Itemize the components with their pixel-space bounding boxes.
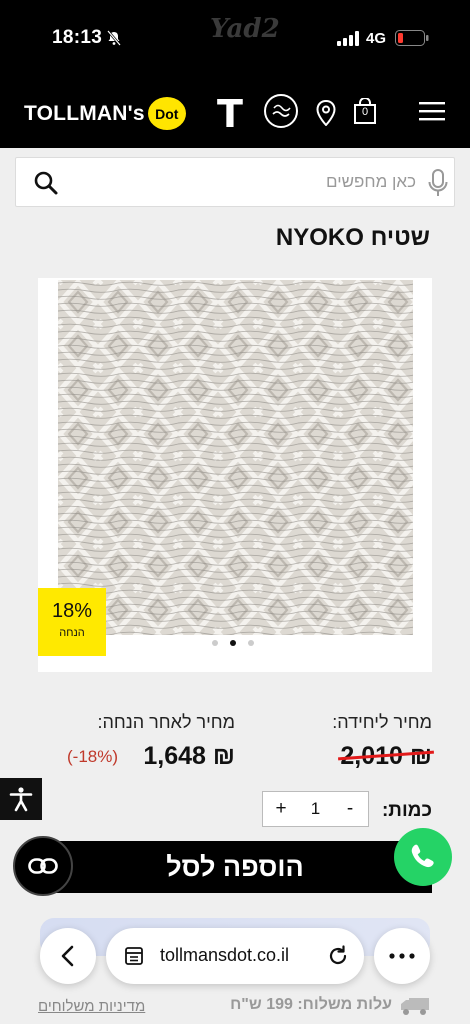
chevron-left-icon bbox=[61, 945, 74, 967]
carousel-dot[interactable] bbox=[212, 640, 218, 646]
shipping-policy-link[interactable]: מדיניות משלוחים bbox=[38, 998, 145, 1015]
status-bar: 18:13 Yad2 4G bbox=[0, 0, 470, 80]
quantity-stepper: + 1 - bbox=[262, 791, 369, 827]
product-title: שטיח NYOKO bbox=[275, 224, 430, 251]
carousel-dots bbox=[212, 640, 254, 646]
discount-badge: 18% הנחה bbox=[38, 588, 106, 656]
bell-muted-icon bbox=[107, 30, 121, 46]
location-pin-icon[interactable] bbox=[316, 100, 336, 126]
microphone-icon[interactable] bbox=[428, 169, 448, 197]
browser-more-button[interactable] bbox=[374, 928, 430, 984]
app-header: TOLLMAN's Dot T 0 bbox=[0, 80, 470, 148]
link-icon bbox=[28, 858, 58, 874]
quantity-decrease-button[interactable]: - bbox=[332, 798, 368, 820]
original-price: ₪ 2,010 bbox=[338, 742, 434, 771]
search-input[interactable] bbox=[76, 158, 416, 206]
quantity-value[interactable]: 1 bbox=[299, 799, 332, 819]
accessibility-icon bbox=[9, 787, 33, 812]
discount-label: הנחה bbox=[59, 627, 85, 639]
status-time: 18:13 bbox=[52, 27, 103, 48]
shipping-footer: מדיניות משלוחים עלות משלוח: 199 ש"ח bbox=[0, 992, 470, 1024]
hamburger-menu-icon[interactable] bbox=[419, 100, 445, 122]
unit-price-label-wrap: מחיר ליחידה: bbox=[332, 712, 432, 733]
discount-price-label: מחיר לאחר הנחה: bbox=[97, 712, 235, 732]
watermark: Yad2 bbox=[210, 14, 280, 44]
product-image-carousel[interactable]: 18% הנחה bbox=[38, 278, 432, 672]
discount-price-label-wrap: מחיר לאחר הנחה: bbox=[98, 712, 235, 733]
signal-icon bbox=[337, 31, 359, 46]
add-to-cart-button[interactable]: הוספה לסל bbox=[38, 841, 432, 893]
carousel-dot-active[interactable] bbox=[230, 640, 236, 646]
discount-percent: 18% bbox=[51, 600, 93, 622]
unit-price-label: מחיר ליחידה: bbox=[332, 712, 432, 732]
share-link-button[interactable] bbox=[13, 836, 73, 896]
reload-icon[interactable] bbox=[327, 945, 349, 967]
quantity-increase-button[interactable]: + bbox=[263, 798, 299, 820]
page-menu-icon[interactable] bbox=[124, 946, 144, 966]
phone-icon bbox=[411, 844, 434, 868]
logo-text: TOLLMAN's bbox=[24, 101, 145, 125]
cart-count: 0 bbox=[361, 106, 369, 118]
t-brand-logo[interactable]: T bbox=[217, 92, 243, 136]
discounted-price: ₪ 1,648 bbox=[143, 742, 235, 770]
browser-address-bar[interactable]: tollmansdot.co.il bbox=[106, 928, 364, 984]
accessibility-button[interactable] bbox=[0, 778, 42, 820]
delivery-truck-icon bbox=[401, 998, 429, 1015]
discount-note: (-18%) bbox=[67, 747, 119, 766]
carousel-dot[interactable] bbox=[248, 640, 254, 646]
shipping-cost: עלות משלוח: 199 ש"ח bbox=[230, 996, 392, 1013]
whatsapp-button[interactable] bbox=[394, 828, 452, 886]
logo-dot-badge: Dot bbox=[147, 97, 186, 130]
network-type: 4G bbox=[366, 30, 387, 47]
rug-product-image bbox=[58, 280, 413, 635]
browser-url: tollmansdot.co.il bbox=[160, 945, 290, 965]
site-logo[interactable]: TOLLMAN's Dot bbox=[24, 97, 186, 130]
browser-back-button[interactable] bbox=[40, 928, 96, 984]
partner-badge-logo[interactable] bbox=[264, 94, 298, 128]
battery-low-icon bbox=[395, 30, 429, 46]
more-dots-icon bbox=[389, 953, 415, 959]
search-bar bbox=[15, 157, 455, 207]
quantity-label: כמות: bbox=[381, 800, 432, 821]
partner-logo-mark bbox=[272, 104, 291, 117]
search-icon[interactable] bbox=[33, 170, 59, 196]
